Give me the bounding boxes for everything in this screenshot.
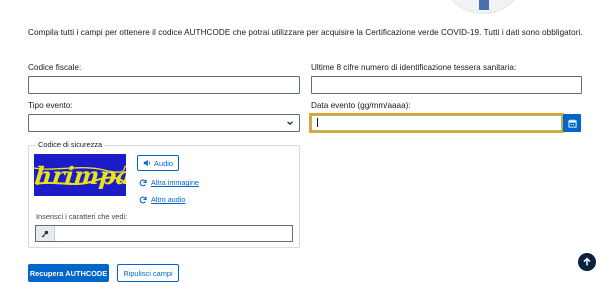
audio-button[interactable]: Audio	[137, 155, 179, 171]
tessera-label: Ultime 8 cifre numero di identificazione…	[311, 63, 517, 72]
tessera-input[interactable]	[312, 79, 581, 96]
tipo-evento-field	[28, 114, 300, 134]
codice-fiscale-input[interactable]	[29, 79, 299, 96]
intro-text: Compila tutti i campi per ottenere il co…	[28, 28, 583, 37]
refresh-icon	[139, 196, 147, 203]
recupera-authcode-button[interactable]: Recupera AUTHCODE	[28, 264, 109, 282]
text-caret	[317, 118, 318, 127]
refresh-icon	[139, 179, 147, 186]
captcha-legend: Codice di sicurezza	[36, 140, 105, 149]
captcha-input-label: Inserisci i caratteri che vedi:	[36, 212, 128, 221]
other-audio-label: Altro audio	[151, 195, 186, 204]
other-audio-link[interactable]: Altro audio	[139, 195, 185, 204]
calendar-button[interactable]	[563, 114, 581, 132]
captcha-image: hrimpa	[34, 154, 126, 196]
captcha-input-group	[35, 225, 293, 242]
captcha-input[interactable]	[56, 226, 292, 241]
data-evento-label: Data evento (gg/mm/aaaa):	[311, 101, 411, 110]
calendar-icon	[567, 118, 577, 128]
back-to-top-button[interactable]	[578, 253, 596, 271]
ripulisci-campi-button[interactable]: Ripulisci campi	[117, 264, 179, 282]
emblem-mark	[479, 0, 489, 10]
chevron-down-icon	[287, 121, 293, 126]
data-evento-field	[309, 113, 564, 134]
data-evento-input[interactable]	[311, 117, 562, 134]
key-addon	[36, 226, 55, 241]
tipo-evento-select[interactable]	[29, 117, 299, 134]
captcha-graphic: hrimpa	[34, 161, 126, 190]
tipo-evento-label: Tipo evento:	[28, 101, 73, 110]
codice-fiscale-label: Codice fiscale:	[28, 63, 82, 72]
header-emblem	[440, 0, 526, 14]
arrow-up-icon	[583, 257, 591, 266]
other-image-link[interactable]: Altra immagine	[139, 178, 199, 187]
audio-label: Audio	[154, 158, 173, 168]
captcha-text: hrimpa	[34, 161, 126, 190]
other-image-label: Altra immagine	[151, 178, 199, 187]
codice-fiscale-field	[28, 76, 300, 96]
key-icon	[41, 230, 49, 237]
tessera-field	[311, 76, 582, 96]
volume-icon	[143, 159, 150, 167]
